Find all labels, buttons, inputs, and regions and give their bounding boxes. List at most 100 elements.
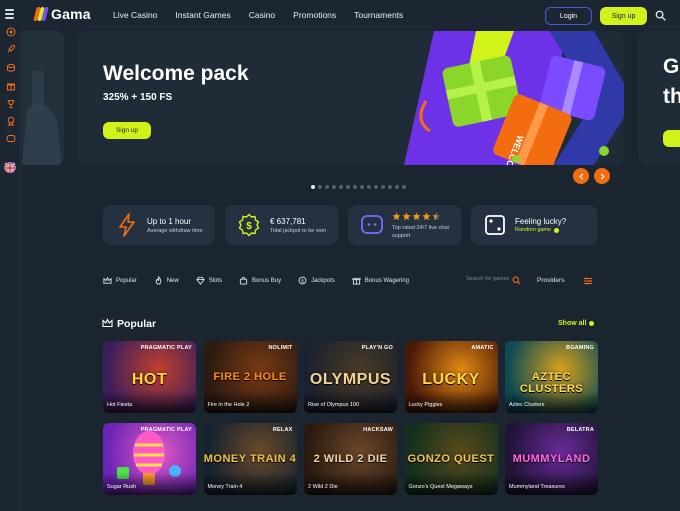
carousel-dots [311, 185, 406, 189]
filter-popular[interactable]: Popular [103, 276, 137, 285]
login-button[interactable]: Login [545, 7, 592, 25]
show-all-link[interactable]: Show all [558, 320, 595, 327]
gift-icon[interactable] [5, 80, 16, 91]
filter-settings-icon[interactable] [583, 276, 593, 286]
nav-live-casino[interactable]: Live Casino [113, 10, 157, 20]
game-provider: BELATRA [566, 427, 594, 433]
filter-jackpots[interactable]: $ Jackpots [298, 276, 335, 285]
random-game-link[interactable]: Random game [515, 227, 560, 235]
carousel-next-button[interactable] [594, 168, 610, 184]
game-card[interactable]: GONZO QUEST Gonzo's Quest Megaways [404, 423, 498, 495]
uk-flag-icon[interactable] [4, 161, 16, 173]
carousel-dot[interactable] [346, 185, 350, 189]
carousel-dot[interactable] [339, 185, 343, 189]
filter-label: Slots [208, 277, 223, 284]
carousel-prev-button[interactable] [573, 168, 589, 184]
nav-promotions[interactable]: Promotions [293, 10, 336, 20]
game-card[interactable]: PRAGMATIC PLAY Sugar Rush [103, 423, 196, 495]
nav-instant-games[interactable]: Instant Games [175, 10, 230, 20]
coins-icon[interactable] [5, 62, 16, 73]
hero-prev-slide[interactable] [22, 31, 64, 165]
game-card[interactable]: 2 WILD 2 DIE HACKSAW 2 Wild 2 Die [304, 423, 397, 495]
game-logo-text: 2 WILD 2 DIE [313, 453, 388, 465]
providers-dropdown[interactable]: Providers [537, 277, 564, 284]
diamond-icon [196, 276, 205, 285]
game-logo-text: FIRE 2 HOLE [213, 371, 287, 383]
chat-icon[interactable] [5, 133, 16, 144]
hero-banner: WELCO Welcome pack 325% + 150 FS Sign up [77, 31, 624, 165]
left-sidebar [0, 27, 21, 511]
star-icon [412, 212, 421, 221]
filter-new[interactable]: New [154, 276, 179, 285]
game-title: Aztec Clusters [509, 402, 545, 408]
game-card[interactable]: LUCKY AMATIC Lucky Piggies [404, 341, 498, 413]
dice-icon [482, 212, 508, 238]
game-logo-text: GONZO QUEST [407, 453, 495, 465]
bag-icon [239, 276, 248, 285]
svg-text:$: $ [301, 278, 304, 283]
carousel-dot[interactable] [360, 185, 364, 189]
filter-label: Jackpots [311, 277, 335, 284]
carousel-dot[interactable] [367, 185, 371, 189]
logo-mark [33, 6, 49, 22]
hero-next-slide[interactable]: G th [638, 31, 680, 165]
carousel-dot[interactable] [325, 185, 329, 189]
feature-live-chat: Top rated 24/7 live chat support [348, 205, 461, 245]
roulette-icon[interactable] [5, 26, 16, 37]
rocket-icon[interactable] [5, 43, 16, 54]
game-card[interactable]: OLYMPUS PLAY'N GO Rise of Olympus 100 [304, 341, 397, 413]
carousel-dot[interactable] [395, 185, 399, 189]
game-provider: PRAGMATIC PLAY [140, 427, 192, 433]
search-icon[interactable] [655, 10, 666, 21]
carousel-dot[interactable] [311, 185, 315, 189]
flame-icon [155, 276, 161, 285]
game-card[interactable]: MONEY TRAIN 4 RELAX Money Train 4 [203, 423, 297, 495]
feature-random-game[interactable]: Feeling lucky? Random game [471, 205, 597, 245]
carousel-dot[interactable] [353, 185, 357, 189]
hero-gift-illustration: WELCO [404, 31, 624, 165]
game-card[interactable]: AZTEC CLUSTERS BGAMING Aztec Clusters [505, 341, 598, 413]
game-logo-text: MONEY TRAIN 4 [203, 453, 297, 465]
filter-bonus-wagering[interactable]: Bonus Wagering [352, 276, 409, 285]
top-header: Gama Live Casino Instant Games Casino Pr… [0, 0, 680, 31]
crown-icon [103, 276, 112, 284]
carousel-dot[interactable] [381, 185, 385, 189]
hero-title: Welcome pack [103, 62, 249, 85]
search-icon[interactable] [512, 276, 521, 285]
lightning-icon [114, 212, 140, 238]
menu-icon[interactable] [5, 9, 14, 19]
game-logo-text: MUMMYLAND [512, 453, 591, 465]
trophy-icon[interactable] [5, 98, 16, 109]
hero-next-button[interactable] [663, 130, 680, 147]
feature-title: Up to 1 hour [147, 217, 192, 226]
nav-casino[interactable]: Casino [249, 10, 275, 20]
star-icon [422, 212, 431, 221]
carousel-dot[interactable] [402, 185, 406, 189]
logo[interactable]: Gama [33, 6, 91, 22]
carousel-dot[interactable] [318, 185, 322, 189]
game-search-input[interactable]: Search for games [466, 276, 509, 282]
jackpot-amount: € 637,781 [270, 217, 306, 226]
filter-label: Popular [116, 277, 137, 284]
filter-slots[interactable]: Slots [196, 276, 222, 285]
carousel-dot[interactable] [388, 185, 392, 189]
game-title: 2 Wild 2 Die [308, 484, 338, 490]
carousel-dot[interactable] [374, 185, 378, 189]
hero-signup-button[interactable]: Sign up [103, 122, 151, 139]
feature-desc: Top rated 24/7 live chat support [392, 225, 449, 239]
game-card[interactable]: MUMMYLAND BELATRA Mummyland Treasures [505, 423, 598, 495]
filter-bonus-buy[interactable]: Bonus Buy [239, 276, 281, 285]
arrow-circle-icon [554, 228, 560, 234]
game-card[interactable]: FIRE 2 HOLE NOLIMIT Fire in the Hole 2 [203, 341, 297, 413]
carousel-dot[interactable] [332, 185, 336, 189]
game-card[interactable]: HOT PRAGMATIC PLAY Hot Fiesta [103, 341, 196, 413]
chevron-right-icon [600, 172, 605, 180]
hero-next-title-part1: G [663, 55, 680, 78]
game-title: Sugar Rush [107, 484, 137, 490]
medal-icon[interactable] [5, 115, 16, 126]
game-provider: PLAY'N GO [361, 345, 393, 351]
logo-text: Gama [51, 6, 91, 22]
nav-tournaments[interactable]: Tournaments [354, 10, 403, 20]
chat-bubble-icon [359, 212, 385, 238]
signup-button[interactable]: Sign up [600, 7, 647, 25]
